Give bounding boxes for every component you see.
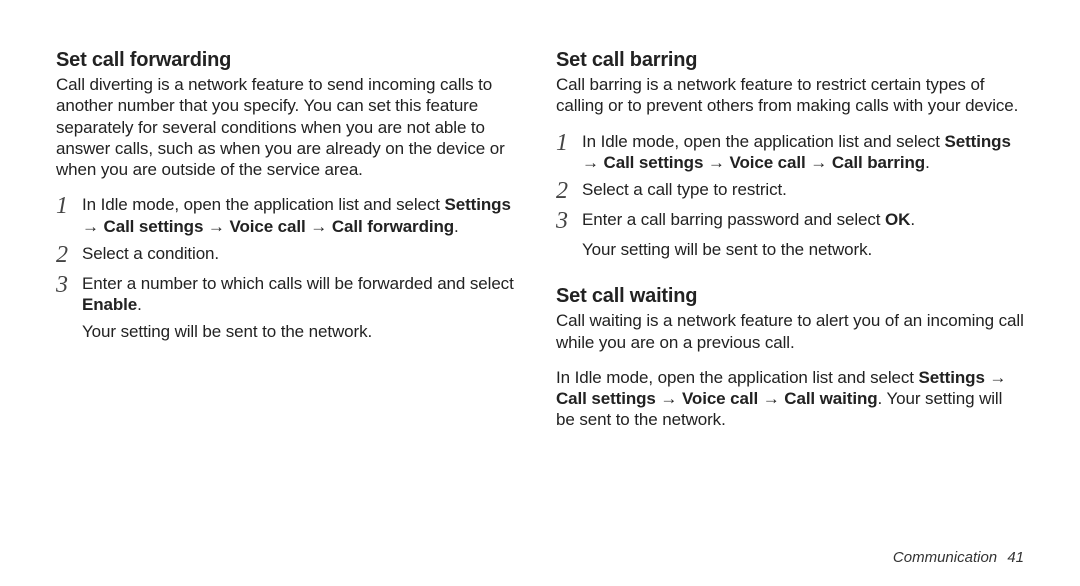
heading-call-barring: Set call barring <box>556 48 1024 72</box>
step-3-barring: 3 Enter a call barring password and sele… <box>556 209 1024 233</box>
text-fragment: In Idle mode, open the application list … <box>82 195 445 214</box>
text-bold: Call forwarding <box>332 217 454 236</box>
text-fragment: → <box>82 217 104 236</box>
text-bold: Settings <box>945 132 1011 151</box>
footer-page-number: 41 <box>1007 549 1024 566</box>
text-bold: Call waiting <box>784 389 877 408</box>
text-fragment: . <box>925 153 930 172</box>
step-text: Select a condition. <box>82 243 524 264</box>
text-fragment: → <box>203 217 229 236</box>
step-text: Enter a number to which calls will be fo… <box>82 273 524 316</box>
intro-call-waiting: Call waiting is a network feature to ale… <box>556 310 1024 353</box>
step-1-barring: 1 In Idle mode, open the application lis… <box>556 131 1024 174</box>
step-text: Select a call type to restrict. <box>582 179 1024 200</box>
right-column: Set call barring Call barring is a netwo… <box>556 48 1024 586</box>
text-fragment: In Idle mode, open the application list … <box>556 368 919 387</box>
text-fragment: . <box>454 217 459 236</box>
heading-call-forwarding: Set call forwarding <box>56 48 524 72</box>
intro-call-forwarding: Call diverting is a network feature to s… <box>56 74 524 180</box>
step-3-forwarding-after: Your setting will be sent to the network… <box>82 321 524 342</box>
step-number: 2 <box>56 243 82 267</box>
heading-call-waiting: Set call waiting <box>556 284 1024 308</box>
step-number: 1 <box>556 131 582 155</box>
text-bold: Voice call <box>682 389 758 408</box>
step-2-barring: 2 Select a call type to restrict. <box>556 179 1024 203</box>
steps-call-barring: 1 In Idle mode, open the application lis… <box>556 131 1024 234</box>
intro-call-barring: Call barring is a network feature to res… <box>556 74 1024 117</box>
text-fragment: → <box>703 153 729 172</box>
page-footer: Communication 41 <box>893 549 1024 566</box>
step-3-forwarding: 3 Enter a number to which calls will be … <box>56 273 524 316</box>
step-number: 3 <box>556 209 582 233</box>
text-bold: OK <box>885 210 910 229</box>
text-bold: Call settings <box>104 217 204 236</box>
text-fragment: . <box>137 295 142 314</box>
step-2-forwarding: 2 Select a condition. <box>56 243 524 267</box>
text-fragment: Enter a call barring password and select <box>582 210 885 229</box>
step-number: 2 <box>556 179 582 203</box>
text-fragment: → <box>985 368 1007 387</box>
step-1-forwarding: 1 In Idle mode, open the application lis… <box>56 194 524 237</box>
step-text: Enter a call barring password and select… <box>582 209 1024 230</box>
text-bold: Call settings <box>556 389 656 408</box>
text-fragment: → <box>758 389 784 408</box>
text-fragment: → <box>806 153 832 172</box>
step-text: In Idle mode, open the application list … <box>82 194 524 237</box>
text-fragment: Enter a number to which calls will be fo… <box>82 274 514 293</box>
footer-chapter: Communication <box>893 549 997 566</box>
text-bold: Enable <box>82 295 137 314</box>
text-fragment: → <box>582 153 604 172</box>
text-fragment: → <box>656 389 682 408</box>
step-3-barring-after: Your setting will be sent to the network… <box>582 239 1024 260</box>
left-column: Set call forwarding Call diverting is a … <box>56 48 524 586</box>
text-fragment: → <box>306 217 332 236</box>
text-bold: Settings <box>445 195 511 214</box>
steps-call-forwarding: 1 In Idle mode, open the application lis… <box>56 194 524 315</box>
text-bold: Voice call <box>729 153 805 172</box>
text-fragment: . <box>910 210 915 229</box>
text-fragment: In Idle mode, open the application list … <box>582 132 945 151</box>
step-number: 1 <box>56 194 82 218</box>
para-call-waiting-path: In Idle mode, open the application list … <box>556 367 1024 431</box>
manual-page: Set call forwarding Call diverting is a … <box>0 0 1080 586</box>
text-bold: Call barring <box>832 153 925 172</box>
step-text: In Idle mode, open the application list … <box>582 131 1024 174</box>
text-bold: Call settings <box>604 153 704 172</box>
step-number: 3 <box>56 273 82 297</box>
text-bold: Voice call <box>229 217 305 236</box>
text-bold: Settings <box>919 368 985 387</box>
